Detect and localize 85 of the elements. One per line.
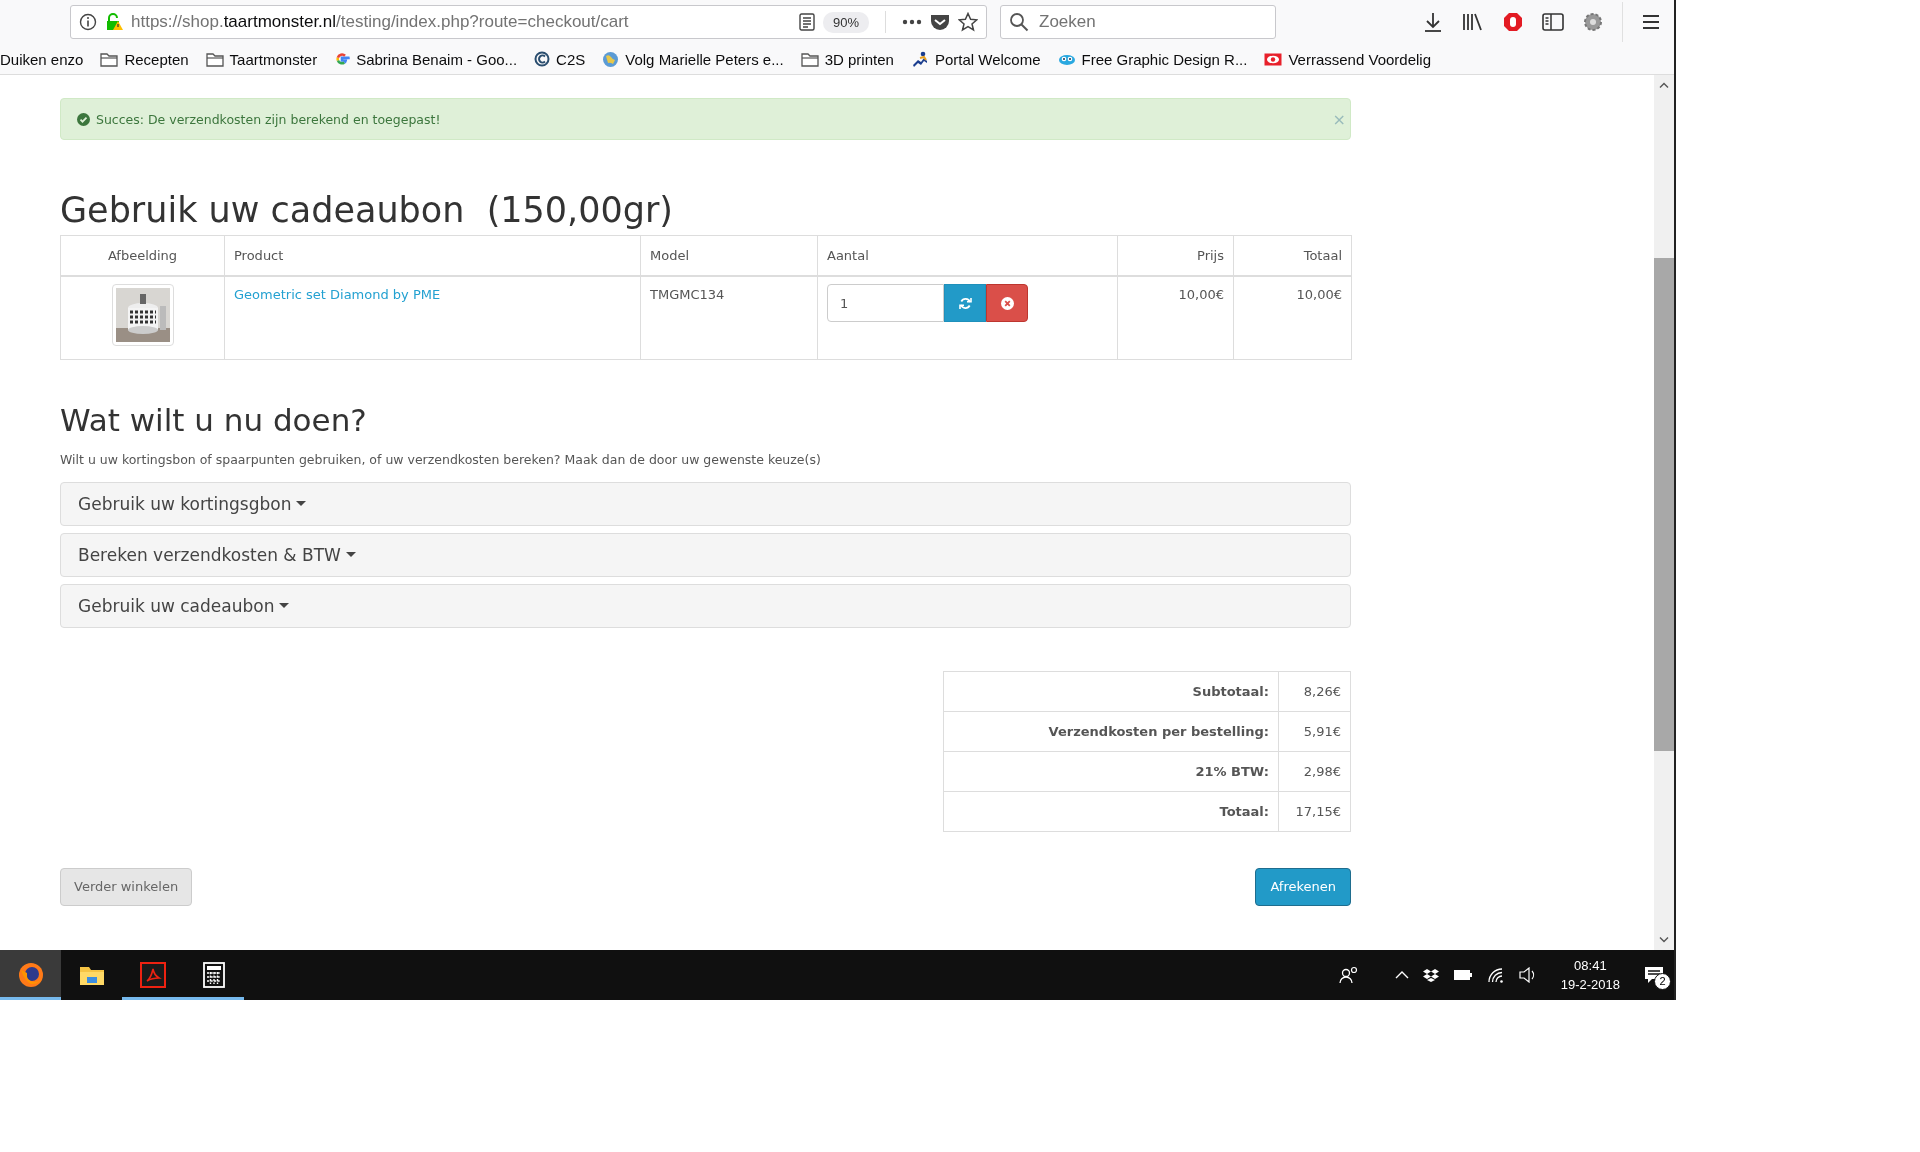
bookmark[interactable]: 3D printen [800, 50, 894, 68]
page-title: Gebruik uw cadeaubon (150,00gr) [60, 190, 674, 230]
column-header: Aantal [817, 235, 1118, 276]
folder-icon [205, 51, 224, 67]
clock-date[interactable]: 19-2-2018 [1560, 975, 1620, 994]
pocket-icon[interactable] [930, 13, 950, 31]
chevron-up-icon[interactable] [1394, 971, 1409, 979]
check-circle-icon [77, 112, 90, 126]
file-explorer-icon[interactable] [78, 964, 105, 986]
refresh-icon [958, 296, 972, 310]
column-header: Totaal [1233, 235, 1352, 276]
stop-sign-icon[interactable] [1503, 12, 1523, 32]
bookmark[interactable]: Recepten [100, 50, 189, 68]
runner-icon [910, 51, 929, 67]
total-label: Totaal: [943, 791, 1279, 831]
volume-icon[interactable] [1518, 967, 1537, 983]
bookmark[interactable]: C2S [534, 50, 586, 68]
bookmark[interactable]: Verrassend Voordelig [1264, 50, 1431, 68]
total-label: Subtotaal: [943, 671, 1279, 711]
accordion-panel[interactable]: Bereken verzendkosten & BTW [60, 532, 1351, 577]
table-cell: TMGMC134 [640, 276, 818, 359]
calculator-icon[interactable] [202, 962, 225, 988]
remove-icon [1000, 296, 1014, 310]
search-input[interactable]: Zoeken [1037, 11, 1241, 33]
search-field[interactable]: Zoeken [1000, 5, 1276, 39]
table-cell: 10,00€ [1233, 276, 1352, 359]
folder-icon [800, 51, 819, 67]
clock-time[interactable]: 08:41 [1574, 956, 1607, 975]
eye-icon [1264, 52, 1283, 66]
search-icon [1009, 12, 1029, 32]
sidebar-icon[interactable] [1542, 13, 1564, 31]
column-header: Prijs [1117, 235, 1234, 276]
info-icon [79, 13, 97, 31]
cloud-icon [1057, 52, 1076, 66]
table-cell: 10,00€ [1117, 276, 1234, 359]
library-icon[interactable] [1462, 12, 1484, 32]
caret-icon [296, 501, 307, 506]
bookmark[interactable]: Duiken enzo [0, 50, 84, 68]
caret-icon [279, 603, 290, 608]
total-value: 8,26€ [1278, 671, 1351, 711]
bookmark[interactable]: Taartmonster [205, 50, 318, 68]
folder-icon [100, 51, 119, 67]
column-header: Model [640, 235, 818, 276]
caret-icon [345, 552, 356, 557]
people-icon[interactable] [1338, 966, 1359, 984]
total-value: 2,98€ [1278, 751, 1351, 791]
download-icon[interactable] [1423, 12, 1443, 32]
firefox-icon[interactable] [17, 962, 44, 988]
bookmark[interactable]: Free Graphic Design R... [1057, 50, 1248, 68]
scroll-up-icon[interactable] [1659, 82, 1669, 88]
scrollbar-thumb[interactable] [1654, 258, 1674, 751]
menu-icon[interactable] [1642, 14, 1660, 30]
section-description: Wilt u uw kortingsbon of spaarpunten gebruiken, of uw verzendkosten bereken? Maak dan de door uw gewenste keuze(s) [60, 451, 822, 467]
section-title: Wat wilt u nu doen? [60, 401, 368, 438]
total-value: 17,15€ [1278, 791, 1351, 831]
lock-warning-icon [105, 12, 123, 32]
scroll-down-icon[interactable] [1659, 937, 1669, 943]
column-header: Product [224, 235, 641, 276]
zoom-level[interactable]: 90% [822, 11, 869, 33]
url-text[interactable]: https://shop.taartmonster.nl/testing/index.php?route=checkout/cart [131, 12, 791, 32]
column-header: Afbeelding [60, 235, 225, 276]
bookmark[interactable]: Volg Marielle Peters e... [602, 50, 784, 68]
google-icon [334, 51, 351, 67]
globe-icon [602, 50, 620, 68]
wifi-icon[interactable] [1486, 967, 1505, 983]
quantity-field[interactable]: 1 [827, 284, 944, 322]
total-value: 5,91€ [1278, 711, 1351, 751]
total-label: 21% BTW: [943, 751, 1279, 791]
total-label: Verzendkosten per bestelling: [943, 711, 1279, 751]
reader-view-icon[interactable] [798, 13, 815, 31]
notification-badge: 2 [1654, 973, 1671, 990]
bookmark[interactable]: Sabrina Benaim - Goo... [334, 50, 518, 68]
accordion-panel[interactable]: Gebruik uw cadeaubon [60, 583, 1351, 628]
alert-message: Succes: De verzendkosten zijn berekend en toegepast! [96, 111, 441, 127]
accordion-panel[interactable]: Gebruik uw kortingsgbon [60, 481, 1351, 526]
dropbox-icon[interactable] [1422, 968, 1439, 982]
battery-icon[interactable] [1452, 969, 1473, 981]
continue-shopping-button[interactable]: Verder winkelen [60, 867, 193, 906]
bookmark[interactable]: Portal Welcome [910, 50, 1041, 68]
star-icon[interactable] [958, 12, 978, 32]
more-icon[interactable] [902, 19, 922, 25]
remove-button[interactable] [986, 284, 1028, 322]
pdf-icon[interactable] [139, 962, 166, 988]
settings-icon[interactable] [1583, 12, 1603, 32]
refresh-button[interactable] [944, 284, 986, 322]
